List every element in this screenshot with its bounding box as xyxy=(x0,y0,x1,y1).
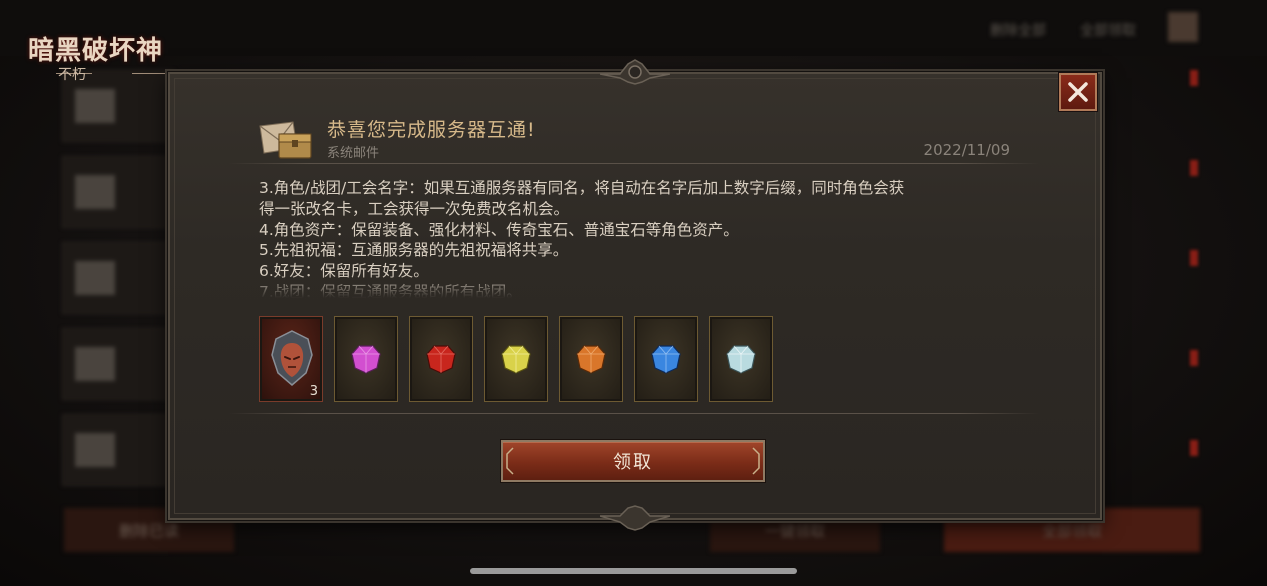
reward-slot-gem-pink[interactable] xyxy=(334,316,398,402)
gem-blue-icon xyxy=(651,345,681,374)
gem-orange-icon xyxy=(576,345,606,374)
reward-slot-rename-helm[interactable]: 3 xyxy=(259,316,323,402)
reward-slot-gem-blue[interactable] xyxy=(634,316,698,402)
mail-body[interactable]: 3.角色/战团/工会名字：如果互通服务器有同名，将自动在名字后加上数字后缀，同时… xyxy=(259,178,1019,298)
rename-helm-icon xyxy=(271,330,313,386)
dialog-crest-top xyxy=(600,59,670,85)
mail-sender: 系统邮件 xyxy=(327,146,380,161)
bg-unread-badge xyxy=(1190,160,1198,176)
gem-white-icon xyxy=(726,345,756,374)
home-indicator[interactable] xyxy=(470,568,797,574)
claim-button[interactable]: 领取 xyxy=(501,440,765,482)
mail-body-line: 5.先祖祝福：互通服务器的先祖祝福将共享。 xyxy=(259,241,569,260)
bg-list-item xyxy=(62,414,174,486)
mail-title: 恭喜您完成服务器互通! xyxy=(327,119,536,141)
bg-list-item xyxy=(62,156,174,228)
dialog-crest-bottom xyxy=(600,505,670,531)
bg-list-item xyxy=(62,328,174,400)
reward-slot-gem-white[interactable] xyxy=(709,316,773,402)
background-mail-list xyxy=(62,70,174,490)
close-button[interactable] xyxy=(1059,73,1097,111)
bg-list-item xyxy=(62,242,174,314)
mail-body-line: 6.好友：保留所有好友。 xyxy=(259,262,429,281)
mail-body-line: 得一张改名卡，工会获得一次免费改名机会。 xyxy=(259,199,570,218)
claim-button-label: 领取 xyxy=(613,452,653,472)
header-divider xyxy=(228,163,1040,164)
reward-slot-gem-yellow[interactable] xyxy=(484,316,548,402)
mail-chest-icon xyxy=(259,121,312,159)
mail-body-line: 7.战团：保留互通服务器的所有战团。 xyxy=(259,282,522,298)
gem-pink-icon xyxy=(351,345,381,374)
bg-unread-badge xyxy=(1190,70,1198,86)
button-ornament-right xyxy=(752,447,760,475)
mail-body-line: 3.角色/战团/工会名字：如果互通服务器有同名，将自动在名字后加上数字后缀，同时… xyxy=(259,179,905,197)
bg-unread-badge xyxy=(1190,440,1198,456)
reward-count: 3 xyxy=(309,384,318,399)
button-ornament-left xyxy=(506,447,514,475)
bg-unread-badge xyxy=(1190,350,1198,366)
mail-date: 2022/11/09 xyxy=(923,141,1010,159)
bg-delete-all-text: 删除全部 xyxy=(990,23,1046,39)
logo-title: 暗黑破坏神 xyxy=(28,36,164,66)
mail-body-line: 4.角色资产：保留装备、强化材料、传奇宝石、普通宝石等角色资产。 xyxy=(259,220,739,239)
bg-top-button xyxy=(1168,12,1198,42)
bg-unread-badge xyxy=(1190,250,1198,266)
logo-subtitle: 不朽 xyxy=(58,67,86,83)
gem-yellow-icon xyxy=(501,345,531,374)
bg-claim-all-text: 全部领取 xyxy=(1080,23,1136,39)
background-badges xyxy=(1100,60,1210,500)
gem-red-icon xyxy=(426,345,456,374)
close-icon xyxy=(1068,82,1088,102)
reward-slot-gem-red[interactable] xyxy=(409,316,473,402)
rewards-divider xyxy=(228,413,1040,414)
logo-ornament-right xyxy=(132,73,168,74)
reward-slot-gem-orange[interactable] xyxy=(559,316,623,402)
